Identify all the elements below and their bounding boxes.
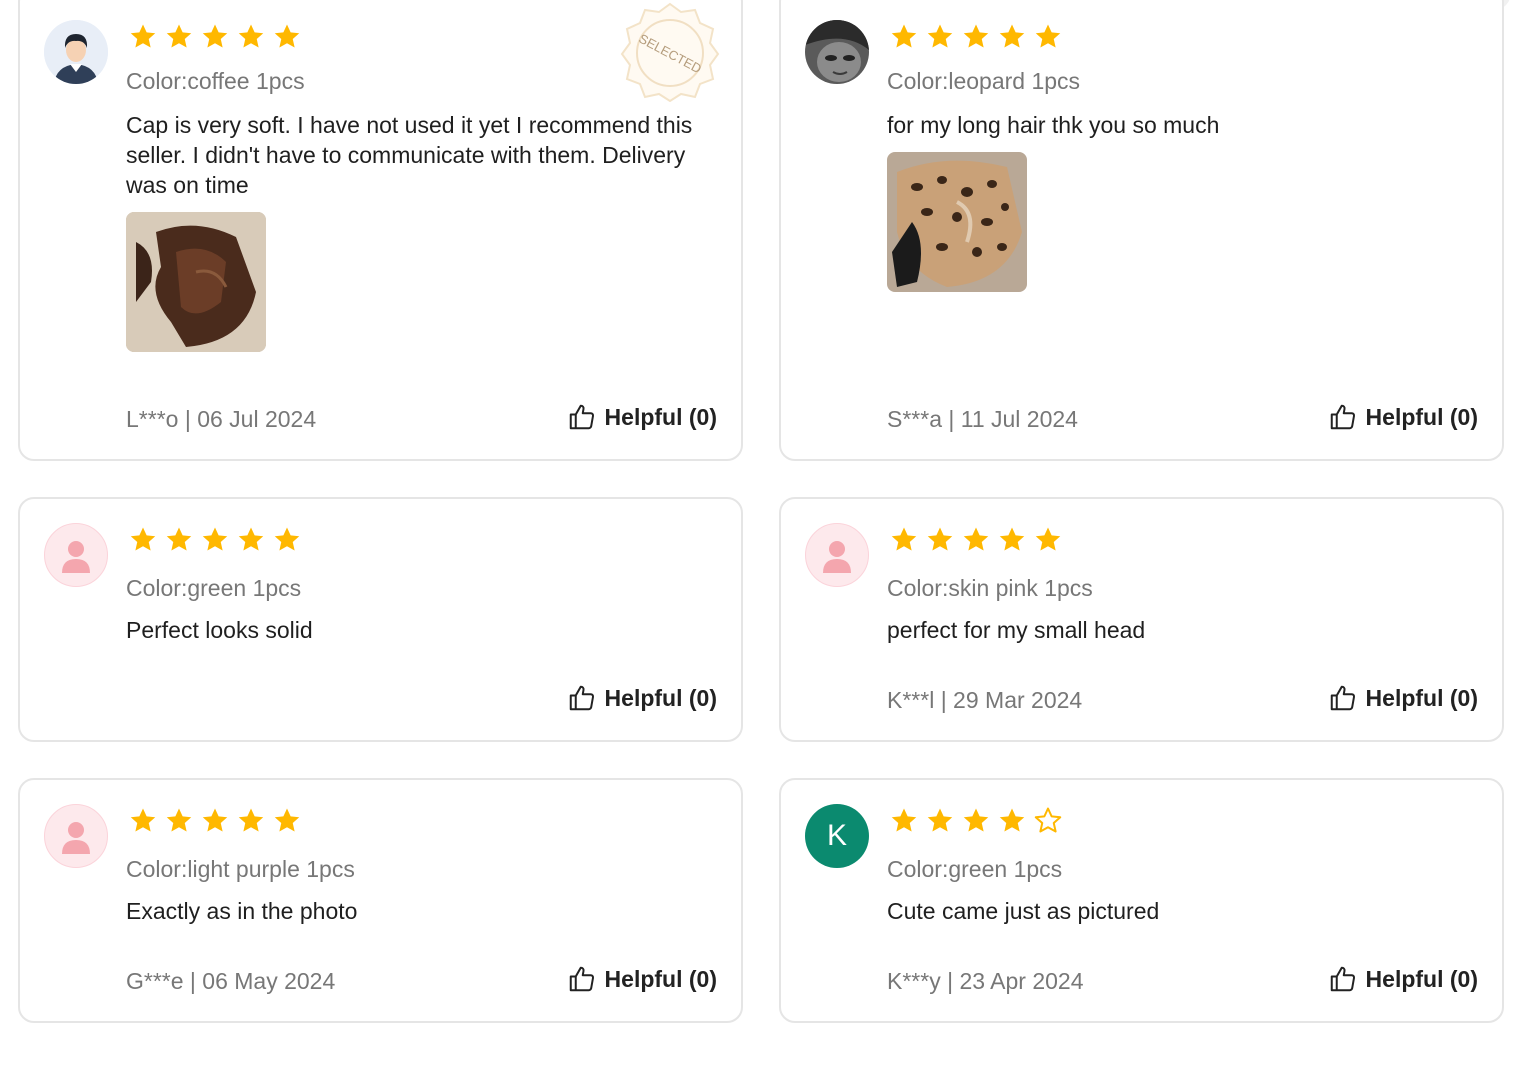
star-filled-icon <box>130 808 156 832</box>
star-filled-icon <box>891 24 917 48</box>
rating-stars <box>128 22 302 52</box>
variant-color: Color:skin pink 1pcs <box>887 575 1093 601</box>
review-card: K Color:green 1pcs Cute came just as pic… <box>779 778 1504 1023</box>
star-filled-icon <box>927 527 953 551</box>
star-filled-icon <box>999 527 1025 551</box>
avatar-letter: K <box>826 819 847 852</box>
review-text: perfect for my small head <box>887 617 1146 643</box>
star-filled-icon <box>274 527 300 551</box>
review-card: Color:leopard 1pcs for my long hair thk … <box>779 0 1504 461</box>
star-filled-icon <box>130 24 156 48</box>
author-date: L***o | 06 Jul 2024 <box>126 406 317 432</box>
review-text: Perfect looks solid <box>126 617 313 643</box>
helpful-button[interactable]: Helpful (0) <box>567 683 717 713</box>
thumbs-up-icon <box>569 404 594 430</box>
star-filled-icon <box>963 527 989 551</box>
review-text: Cap is very soft. I have not used it yet… <box>126 112 693 198</box>
helpful-label: Helpful (0) <box>604 403 717 430</box>
selected-stamp: SELECTED <box>620 2 720 103</box>
star-filled-icon <box>130 527 156 551</box>
star-filled-icon <box>927 808 953 832</box>
helpful-label: Helpful (0) <box>604 684 717 711</box>
review-card: Color:skin pink 1pcs perfect for my smal… <box>779 497 1504 742</box>
thumbs-up-icon <box>1330 966 1355 992</box>
thumbs-up-icon <box>1330 404 1355 430</box>
helpful-button[interactable]: Helpful (0) <box>1328 683 1478 713</box>
author-date: K***y | 23 Apr 2024 <box>887 968 1084 994</box>
star-filled-icon <box>166 808 192 832</box>
star-filled-icon <box>238 527 264 551</box>
star-filled-icon <box>202 808 228 832</box>
rating-stars <box>889 806 1063 836</box>
variant-color: Color:coffee 1pcs <box>126 68 305 94</box>
star-filled-icon <box>1035 527 1061 551</box>
star-filled-icon <box>891 527 917 551</box>
star-filled-icon <box>202 527 228 551</box>
man-avatar-icon <box>44 20 108 84</box>
star-filled-icon <box>238 24 264 48</box>
star-filled-icon <box>274 808 300 832</box>
review-card: SELECTED Color:coffee 1pcs Cap is very s… <box>18 0 743 461</box>
star-empty-icon <box>1034 807 1062 833</box>
author-date: K***l | 29 Mar 2024 <box>887 687 1083 713</box>
review-text: for my long hair thk you so much <box>887 112 1220 138</box>
default-user-icon <box>44 804 108 868</box>
star-filled-icon <box>166 24 192 48</box>
review-text: Exactly as in the photo <box>126 898 358 924</box>
star-filled-icon <box>166 527 192 551</box>
star-filled-icon <box>1035 24 1061 48</box>
variant-color: Color:light purple 1pcs <box>126 856 355 882</box>
helpful-button[interactable]: Helpful (0) <box>567 402 717 432</box>
helpful-button[interactable]: Helpful (0) <box>1328 964 1478 994</box>
review-photo[interactable] <box>126 212 266 352</box>
star-filled-icon <box>963 808 989 832</box>
rating-stars <box>889 22 1063 52</box>
helpful-button[interactable]: Helpful (0) <box>567 964 717 994</box>
helpful-label: Helpful (0) <box>604 965 717 992</box>
star-filled-icon <box>963 24 989 48</box>
review-card: Color:light purple 1pcs Exactly as in th… <box>18 778 743 1023</box>
letter-avatar: K <box>805 804 869 868</box>
thumbs-up-icon <box>569 966 594 992</box>
helpful-label: Helpful (0) <box>1365 684 1478 711</box>
variant-color: Color:green 1pcs <box>887 856 1063 882</box>
helpful-label: Helpful (0) <box>1365 403 1478 430</box>
default-user-icon <box>805 523 869 587</box>
star-filled-icon <box>927 24 953 48</box>
star-filled-icon <box>202 24 228 48</box>
star-filled-icon <box>238 808 264 832</box>
helpful-button[interactable]: Helpful (0) <box>1328 402 1478 432</box>
star-filled-icon <box>891 808 917 832</box>
rating-stars <box>889 525 1063 555</box>
author-date: G***e | 06 May 2024 <box>126 968 336 994</box>
review-card: Color:green 1pcs Perfect looks solid Hel… <box>18 497 743 742</box>
review-photo[interactable] <box>887 152 1027 292</box>
default-user-icon <box>44 523 108 587</box>
rating-stars <box>128 525 302 555</box>
rating-stars <box>128 806 302 836</box>
user-photo-avatar <box>805 20 869 84</box>
author-date: S***a | 11 Jul 2024 <box>887 406 1078 432</box>
variant-color: Color:leopard 1pcs <box>887 68 1081 94</box>
variant-color: Color:green 1pcs <box>126 575 302 601</box>
thumbs-up-icon <box>1330 685 1355 711</box>
helpful-label: Helpful (0) <box>1365 965 1478 992</box>
star-filled-icon <box>999 24 1025 48</box>
star-filled-icon <box>274 24 300 48</box>
review-text: Cute came just as pictured <box>887 898 1160 924</box>
star-filled-icon <box>999 808 1025 832</box>
thumbs-up-icon <box>569 685 594 711</box>
